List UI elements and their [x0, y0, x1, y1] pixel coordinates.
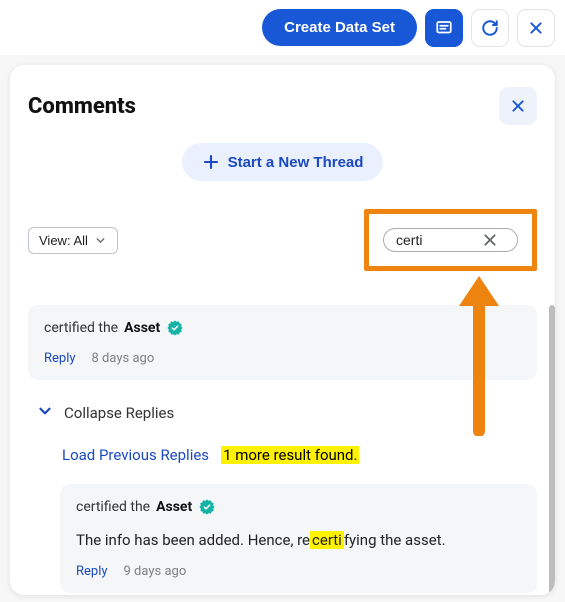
more-results-badge: 1 more result found. [221, 446, 359, 464]
close-icon [528, 20, 544, 36]
comment-action-line: certified the Asset [44, 319, 521, 337]
comment-action-prefix: certified the [44, 320, 118, 336]
new-thread-row: Start a New Thread [28, 143, 537, 181]
collapse-replies-toggle[interactable]: Collapse Replies [36, 402, 537, 424]
close-button[interactable] [517, 9, 555, 47]
start-new-thread-label: Start a New Thread [228, 154, 364, 171]
view-filter-prefix: View: [39, 233, 73, 248]
close-icon [482, 232, 498, 248]
load-previous-row: Load Previous Replies 1 more result foun… [62, 446, 537, 464]
reply-link[interactable]: Reply [44, 351, 76, 366]
comment-body: The info has been added. Hence, recertif… [76, 530, 521, 550]
top-toolbar: Create Data Set [0, 0, 565, 55]
filters-row: View: All [28, 209, 537, 271]
verified-badge-icon [166, 319, 184, 337]
chevron-down-icon [36, 402, 54, 424]
panel-header: Comments [28, 87, 537, 125]
body-after: fying the asset. [344, 531, 446, 549]
comment-meta-row: Reply 8 days ago [44, 351, 521, 366]
start-new-thread-button[interactable]: Start a New Thread [182, 143, 384, 181]
comments-icon-button[interactable] [425, 9, 463, 47]
collapse-replies-label: Collapse Replies [64, 404, 174, 422]
close-icon [510, 98, 526, 114]
asset-word: Asset [124, 320, 160, 336]
clear-search-button[interactable] [482, 232, 498, 248]
refresh-icon [481, 19, 499, 37]
view-filter-select[interactable]: View: All [28, 227, 118, 254]
reply-link[interactable]: Reply [76, 564, 108, 579]
comment-meta-row: Reply 9 days ago [76, 564, 521, 579]
load-previous-replies-link[interactable]: Load Previous Replies [62, 446, 209, 464]
comment-icon [435, 19, 453, 37]
body-highlight: certi [310, 531, 344, 549]
refresh-button[interactable] [471, 9, 509, 47]
comment-action-prefix: certified the [76, 499, 150, 515]
asset-word: Asset [156, 499, 192, 515]
comment-time: 9 days ago [124, 564, 187, 579]
view-filter-selected: All [73, 233, 87, 248]
nested-comment-card: certified the Asset The info has been ad… [60, 484, 537, 593]
plus-icon [202, 153, 220, 171]
scrollbar-thumb[interactable] [549, 305, 555, 595]
comment-action-line: certified the Asset [76, 498, 521, 516]
search-input[interactable] [396, 232, 476, 248]
search-wrap [383, 228, 518, 252]
search-highlight-frame [364, 209, 537, 271]
create-data-set-button[interactable]: Create Data Set [262, 9, 417, 46]
comment-card: certified the Asset Reply 8 days ago [28, 305, 537, 380]
comments-panel: Comments Start a New Thread View: All ce… [10, 65, 555, 595]
close-panel-button[interactable] [499, 87, 537, 125]
chevron-down-icon [94, 234, 107, 247]
body-before: The info has been added. Hence, re [76, 531, 310, 549]
comment-time: 8 days ago [92, 351, 155, 366]
panel-title: Comments [28, 94, 136, 119]
verified-badge-icon [198, 498, 216, 516]
